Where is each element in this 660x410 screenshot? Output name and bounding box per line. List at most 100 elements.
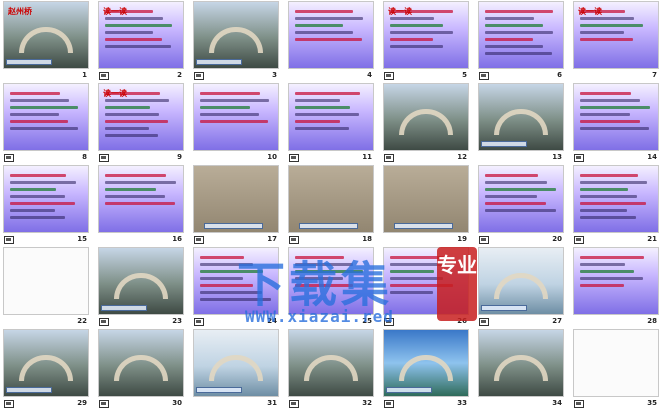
slide-number: 17 — [267, 235, 277, 243]
slide-number: 28 — [647, 317, 657, 325]
slide-transition-icon[interactable] — [479, 318, 489, 326]
slide-thumbnail[interactable] — [3, 247, 89, 315]
slide-caption-bar — [299, 223, 358, 229]
slide-transition-icon[interactable] — [99, 318, 109, 326]
slide-thumbnail[interactable] — [383, 165, 469, 233]
slide-thumbnail[interactable] — [288, 1, 374, 69]
slide-thumbnail[interactable]: 读一读 — [573, 1, 659, 69]
bridge-arch-graphic — [19, 355, 73, 382]
slide-thumbnail[interactable] — [478, 247, 564, 315]
slide-transition-icon[interactable] — [99, 400, 109, 408]
slide-thumbnail[interactable] — [478, 329, 564, 397]
slide-number: 34 — [552, 399, 562, 407]
slide-transition-icon[interactable] — [194, 236, 204, 244]
slide-thumbnail[interactable] — [98, 329, 184, 397]
slide-thumbnail[interactable] — [98, 247, 184, 315]
slide-thumbnail[interactable] — [288, 165, 374, 233]
slide-thumbnail[interactable] — [193, 247, 279, 315]
bridge-arch-graphic — [304, 355, 358, 382]
slide-title: 赵州桥 — [8, 6, 32, 16]
slide-text-block — [10, 92, 82, 134]
slide-caption-bar — [6, 59, 53, 65]
slide-text-block — [200, 256, 272, 305]
slide-number: 5 — [462, 71, 467, 79]
slide-text-block — [295, 256, 367, 291]
slide-thumbnail[interactable] — [478, 1, 564, 69]
slide-number: 21 — [647, 235, 657, 243]
slide-thumbnail[interactable] — [3, 329, 89, 397]
slide-transition-icon[interactable] — [479, 236, 489, 244]
slide-thumbnail[interactable] — [98, 165, 184, 233]
slide-number: 10 — [267, 153, 277, 161]
slide-sorter-grid: 赵州桥 1 读一读 2 3 4 读一读 5 6 读一读 7 8 读一读 9 10 11 12 13 14 15 16 17… — [3, 1, 660, 410]
slide-transition-icon[interactable] — [384, 154, 394, 162]
slide-number: 9 — [177, 153, 182, 161]
slide-thumbnail[interactable] — [288, 247, 374, 315]
slide-title: 读一读 — [578, 6, 602, 16]
slide-thumbnail[interactable] — [288, 83, 374, 151]
slide-thumbnail[interactable] — [573, 165, 659, 233]
slide-number: 23 — [172, 317, 182, 325]
slide-thumbnail[interactable]: 读一读 — [98, 1, 184, 69]
slide-thumbnail[interactable] — [573, 83, 659, 151]
slide-transition-icon[interactable] — [194, 72, 204, 80]
slide-number: 19 — [457, 235, 467, 243]
slide-thumbnail[interactable] — [3, 165, 89, 233]
slide-caption-bar — [6, 387, 53, 393]
slide-thumbnail[interactable] — [193, 165, 279, 233]
bridge-arch-graphic — [114, 273, 168, 300]
slide-thumbnail[interactable] — [193, 329, 279, 397]
slide-text-block — [105, 174, 177, 209]
bridge-arch-graphic — [494, 109, 548, 136]
slide-thumbnail[interactable] — [193, 1, 279, 69]
slide-number: 7 — [652, 71, 657, 79]
slide-number: 12 — [457, 153, 467, 161]
slide-transition-icon[interactable] — [289, 400, 299, 408]
slide-transition-icon[interactable] — [99, 154, 109, 162]
slide-thumbnail[interactable] — [3, 83, 89, 151]
slide-thumbnail[interactable] — [573, 329, 659, 397]
slide-transition-icon[interactable] — [194, 318, 204, 326]
slide-title: 读一读 — [103, 6, 127, 16]
slide-thumbnail[interactable] — [478, 83, 564, 151]
slide-number: 20 — [552, 235, 562, 243]
slide-text-block — [105, 92, 177, 141]
slide-transition-icon[interactable] — [4, 154, 14, 162]
slide-number: 32 — [362, 399, 372, 407]
slide-caption-bar — [386, 387, 433, 393]
slide-thumbnail[interactable] — [383, 247, 469, 315]
slide-thumbnail[interactable] — [193, 83, 279, 151]
slide-text-block — [390, 256, 462, 298]
slide-thumbnail[interactable]: 赵州桥 — [3, 1, 89, 69]
slide-text-block — [10, 174, 82, 223]
slide-transition-icon[interactable] — [479, 72, 489, 80]
slide-title: 读一读 — [388, 6, 412, 16]
slide-transition-icon[interactable] — [574, 154, 584, 162]
slide-thumbnail[interactable] — [383, 83, 469, 151]
slide-transition-icon[interactable] — [384, 318, 394, 326]
slide-number: 13 — [552, 153, 562, 161]
slide-number: 35 — [647, 399, 657, 407]
slide-thumbnail[interactable] — [478, 165, 564, 233]
slide-transition-icon[interactable] — [4, 400, 14, 408]
slide-transition-icon[interactable] — [384, 400, 394, 408]
slide-number: 22 — [77, 317, 87, 325]
slide-transition-icon[interactable] — [384, 72, 394, 80]
slide-thumbnail[interactable] — [383, 329, 469, 397]
slide-text-block — [295, 10, 367, 45]
slide-thumbnail[interactable]: 读一读 — [383, 1, 469, 69]
slide-thumbnail[interactable] — [573, 247, 659, 315]
slide-number: 31 — [267, 399, 277, 407]
slide-text-block — [485, 10, 557, 59]
slide-caption-bar — [394, 223, 453, 229]
slide-transition-icon[interactable] — [289, 154, 299, 162]
slide-thumbnail[interactable] — [288, 329, 374, 397]
slide-transition-icon[interactable] — [99, 72, 109, 80]
slide-transition-icon[interactable] — [289, 236, 299, 244]
slide-thumbnail[interactable]: 读一读 — [98, 83, 184, 151]
slide-transition-icon[interactable] — [574, 236, 584, 244]
slide-transition-icon[interactable] — [574, 400, 584, 408]
slide-number: 3 — [272, 71, 277, 79]
slide-number: 18 — [362, 235, 372, 243]
slide-transition-icon[interactable] — [4, 236, 14, 244]
